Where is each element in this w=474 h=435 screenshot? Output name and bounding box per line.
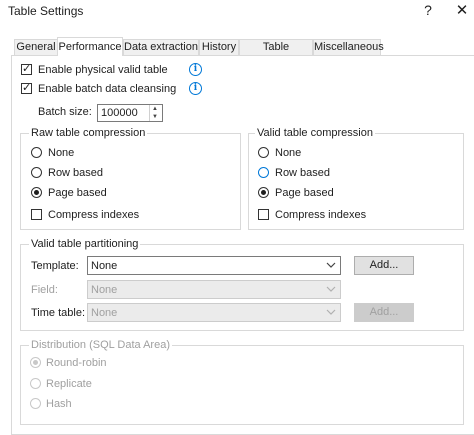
chevron-down-icon [326, 262, 336, 268]
time-table-label: Time table: [31, 307, 86, 319]
raw-page-radio[interactable] [31, 187, 42, 198]
template-select[interactable]: None [87, 256, 341, 275]
tab-strip: General Performance Data extraction Hist… [0, 37, 474, 68]
partitioning-title: Valid table partitioning [29, 238, 141, 250]
raw-compress-indexes-label: Compress indexes [48, 209, 140, 221]
stepper-arrows[interactable]: ▲ ▼ [149, 105, 162, 121]
tab-performance[interactable]: Performance [57, 37, 123, 56]
check-icon: ✓ [22, 63, 32, 75]
info-icon[interactable]: i [189, 82, 202, 95]
template-value: None [91, 260, 118, 272]
tab-data-extraction[interactable]: Data extraction [123, 39, 199, 55]
check-icon: ✓ [22, 82, 32, 94]
tab-history[interactable]: History [199, 39, 239, 55]
replicate-radio[interactable] [30, 378, 41, 389]
raw-compression-title: Raw table compression [29, 127, 148, 139]
batch-size-label: Batch size: [38, 106, 92, 118]
title-bar: Table Settings ? ✕ [0, 0, 474, 26]
raw-row-label: Row based [48, 167, 104, 179]
tab-general[interactable]: General [14, 39, 58, 55]
field-select[interactable]: None [87, 280, 341, 299]
valid-page-label: Page based [275, 187, 334, 199]
field-value: None [91, 284, 118, 296]
template-label: Template: [31, 260, 79, 272]
valid-compress-indexes-label: Compress indexes [275, 209, 367, 221]
valid-none-label: None [275, 147, 302, 159]
field-label: Field: [31, 284, 58, 296]
valid-row-label: Row based [275, 167, 331, 179]
batch-size-stepper[interactable]: 100000 ▲ ▼ [97, 104, 163, 122]
raw-none-radio[interactable] [31, 147, 42, 158]
info-icon[interactable]: i [189, 63, 202, 76]
window-title: Table Settings [8, 4, 84, 18]
time-table-select[interactable]: None [87, 303, 341, 322]
valid-none-radio[interactable] [258, 147, 269, 158]
batch-cleansing-label: Enable batch data cleansing [38, 83, 177, 95]
template-add-button[interactable]: Add... [354, 256, 414, 275]
time-table-value: None [91, 307, 118, 319]
chevron-down-icon[interactable]: ▼ [152, 113, 158, 121]
valid-compress-indexes-checkbox[interactable] [258, 209, 269, 220]
valid-page-radio[interactable] [258, 187, 269, 198]
raw-none-label: None [48, 147, 75, 159]
raw-row-radio[interactable] [31, 167, 42, 178]
round-robin-radio[interactable] [30, 357, 41, 368]
hash-label: Hash [46, 398, 72, 410]
tab-table-schemas[interactable]: Table schemas [239, 39, 313, 68]
valid-compression-title: Valid table compression [255, 127, 375, 139]
close-button[interactable]: ✕ [452, 1, 472, 23]
chevron-down-icon [326, 286, 336, 292]
physical-valid-checkbox[interactable]: ✓ [21, 63, 32, 75]
tab-miscellaneous[interactable]: Miscellaneous [313, 39, 384, 55]
valid-row-radio[interactable] [258, 167, 269, 178]
chevron-down-icon [326, 309, 336, 315]
help-button[interactable]: ? [420, 2, 436, 22]
physical-valid-label: Enable physical valid table [38, 64, 168, 76]
raw-compress-indexes-checkbox[interactable] [31, 209, 42, 220]
batch-size-value: 100000 [101, 107, 138, 119]
raw-page-label: Page based [48, 187, 107, 199]
hash-radio[interactable] [30, 398, 41, 409]
chevron-up-icon[interactable]: ▲ [152, 105, 158, 113]
batch-cleansing-checkbox[interactable]: ✓ [21, 82, 32, 94]
distribution-title: Distribution (SQL Data Area) [29, 339, 172, 351]
time-table-add-button[interactable]: Add... [354, 303, 414, 322]
replicate-label: Replicate [46, 378, 92, 390]
round-robin-label: Round-robin [46, 357, 107, 369]
